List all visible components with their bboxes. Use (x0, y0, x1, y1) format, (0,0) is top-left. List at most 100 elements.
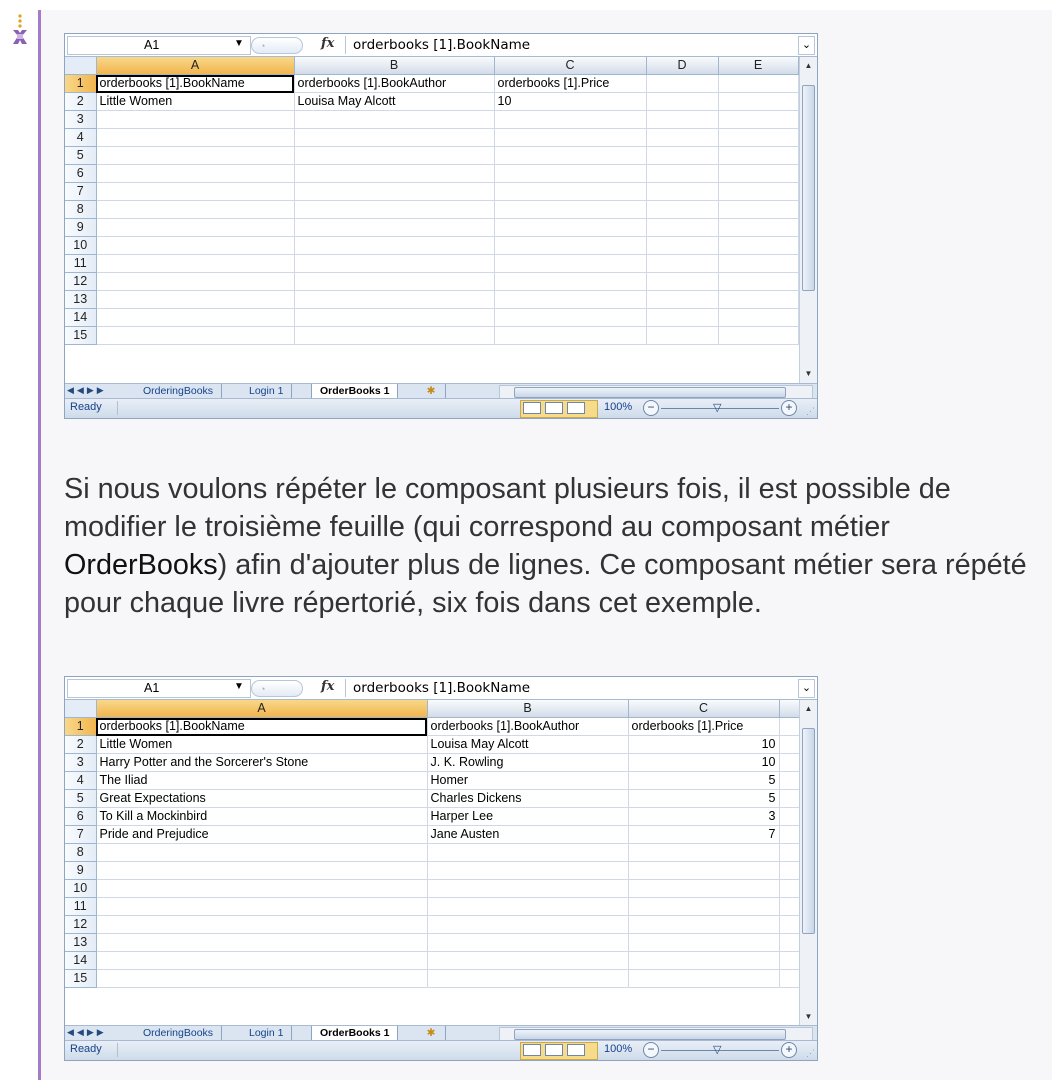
insert-sheet-icon[interactable]: ✱ (417, 1026, 446, 1041)
cell[interactable] (494, 110, 647, 129)
cell[interactable] (628, 843, 780, 862)
expand-formula-icon[interactable]: ⌄ (798, 679, 815, 698)
row-header[interactable]: 11 (65, 254, 97, 273)
row-header[interactable]: 8 (65, 843, 97, 862)
row-header[interactable]: 4 (65, 128, 97, 147)
cell[interactable] (718, 308, 799, 327)
cell[interactable] (294, 164, 495, 183)
row-header[interactable]: 12 (65, 272, 97, 291)
cell[interactable]: Louisa May Alcott (294, 92, 495, 111)
cell[interactable] (779, 807, 800, 826)
cell[interactable] (718, 74, 799, 93)
cell[interactable] (718, 290, 799, 309)
cell[interactable] (779, 789, 800, 808)
cell[interactable] (718, 164, 799, 183)
scroll-thumb[interactable] (802, 728, 815, 934)
row-header[interactable]: 13 (65, 933, 97, 952)
cell[interactable]: orderbooks [1].Price (494, 74, 647, 93)
resize-grip-icon[interactable]: ⋰ (806, 406, 815, 417)
cell[interactable]: 7 (628, 825, 780, 844)
cell[interactable] (718, 272, 799, 291)
cell[interactable] (96, 308, 295, 327)
cell[interactable]: Harry Potter and the Sorcerer's Stone (96, 753, 428, 772)
scroll-thumb[interactable] (802, 85, 815, 291)
column-header[interactable]: A (96, 700, 428, 718)
view-buttons[interactable] (520, 1042, 598, 1060)
cell[interactable] (96, 969, 428, 988)
cell[interactable] (628, 861, 780, 880)
cell[interactable] (718, 110, 799, 129)
scroll-up-icon[interactable]: ▲ (800, 59, 817, 73)
column-header[interactable]: D (646, 57, 719, 75)
cell[interactable] (718, 218, 799, 237)
sheet-tab[interactable]: Login 1 (241, 1026, 293, 1041)
cell[interactable] (646, 254, 719, 273)
cell[interactable] (646, 218, 719, 237)
row-header[interactable]: 9 (65, 861, 97, 880)
cell[interactable] (294, 236, 495, 255)
cell[interactable] (779, 915, 800, 934)
cell[interactable] (646, 272, 719, 291)
cell[interactable] (494, 164, 647, 183)
page-break-icon[interactable] (567, 1044, 585, 1056)
row-header[interactable]: 8 (65, 200, 97, 219)
cell[interactable] (96, 110, 295, 129)
cell[interactable] (294, 290, 495, 309)
row-header[interactable]: 15 (65, 969, 97, 988)
row-header[interactable]: 1 (65, 74, 97, 93)
cell[interactable] (779, 717, 800, 736)
cell[interactable] (646, 326, 719, 345)
cell[interactable] (96, 951, 428, 970)
cell[interactable]: Little Women (96, 92, 295, 111)
cell[interactable] (96, 326, 295, 345)
formula-text[interactable]: orderbooks [1].BookName (353, 37, 530, 53)
sheet-tab[interactable]: Login 1 (241, 384, 293, 399)
cell[interactable] (494, 326, 647, 345)
cell[interactable] (646, 290, 719, 309)
column-header[interactable]: C (494, 57, 647, 75)
cell[interactable]: Little Women (96, 735, 428, 754)
cell[interactable]: Charles Dickens (427, 789, 629, 808)
view-buttons[interactable] (520, 400, 598, 418)
sheet-nav-arrows-icon[interactable]: ◀◀▶▶ (67, 1027, 107, 1038)
cell[interactable] (779, 735, 800, 754)
cell[interactable] (294, 146, 495, 165)
row-header[interactable]: 15 (65, 326, 97, 345)
zoom-in-icon[interactable]: + (781, 1042, 797, 1058)
vertical-scrollbar[interactable]: ▲ ▼ (799, 700, 817, 1026)
zoom-out-icon[interactable]: − (643, 400, 659, 416)
cell[interactable] (628, 879, 780, 898)
cell[interactable]: 10 (628, 753, 780, 772)
cell[interactable] (427, 969, 629, 988)
cell[interactable]: Homer (427, 771, 629, 790)
cell[interactable] (494, 182, 647, 201)
cell[interactable]: Great Expectations (96, 789, 428, 808)
cell[interactable] (294, 128, 495, 147)
cell[interactable]: Jane Austen (427, 825, 629, 844)
cell[interactable] (427, 879, 629, 898)
cell[interactable] (96, 897, 428, 916)
formula-cancel-button[interactable]: ◔ (251, 680, 303, 697)
cell[interactable]: J. K. Rowling (427, 753, 629, 772)
column-header[interactable]: B (427, 700, 629, 718)
sheet-tab[interactable]: OrderingBooks (135, 1026, 223, 1041)
cell[interactable]: To Kill a Mockinbird (96, 807, 428, 826)
zoom-level[interactable]: 100% (604, 401, 632, 413)
cell[interactable] (494, 308, 647, 327)
column-header[interactable]: E (718, 57, 799, 75)
cell[interactable] (96, 236, 295, 255)
cell[interactable] (427, 915, 629, 934)
row-header[interactable]: 4 (65, 771, 97, 790)
cell[interactable] (427, 951, 629, 970)
cell[interactable]: orderbooks [1].BookAuthor (294, 74, 495, 93)
cell[interactable] (779, 825, 800, 844)
cell[interactable] (646, 110, 719, 129)
row-header[interactable]: 6 (65, 807, 97, 826)
formula-text[interactable]: orderbooks [1].BookName (353, 680, 530, 696)
cell[interactable] (96, 200, 295, 219)
page-layout-icon[interactable] (545, 402, 563, 414)
cell[interactable]: 10 (628, 735, 780, 754)
normal-view-icon[interactable] (523, 402, 541, 414)
row-header[interactable]: 5 (65, 146, 97, 165)
cell[interactable] (718, 146, 799, 165)
